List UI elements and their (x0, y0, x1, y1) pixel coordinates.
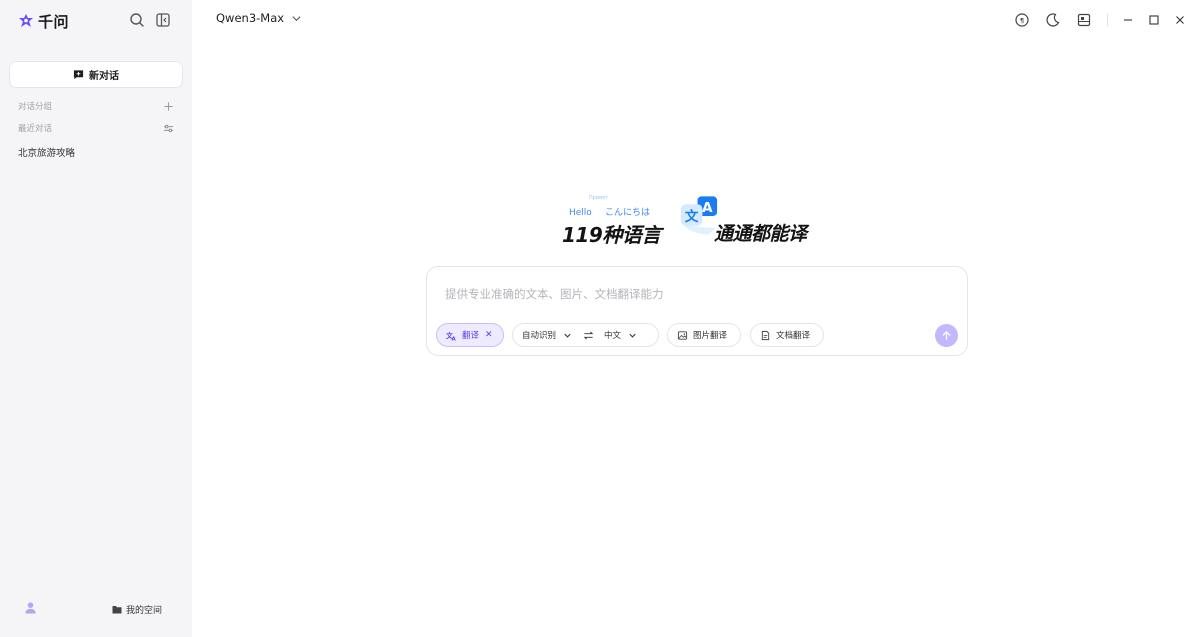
hero-greeting-russian: Привет (589, 195, 609, 201)
chevron-down-icon[interactable] (562, 330, 573, 341)
remove-chip-icon[interactable]: ✕ (485, 330, 493, 340)
main-area: Qwen3-Max ¶ Привет Hello こんにちは 文 A 119种语… (192, 0, 1200, 637)
document-icon (761, 330, 770, 340)
chat-plus-icon (73, 70, 84, 80)
sliders-icon[interactable] (163, 123, 174, 134)
section-chat-groups: 对话分组 (18, 99, 174, 113)
chevron-down-icon[interactable] (627, 330, 638, 341)
translate-chip-label: 翻译 (462, 331, 480, 341)
document-translate-button[interactable]: 文档翻译 (750, 323, 824, 347)
translation-hero: Привет Hello こんにちは 文 A 119种语言 通通都能译 (562, 192, 832, 247)
image-icon (677, 330, 688, 340)
model-name: Qwen3-Max (216, 11, 285, 25)
translate-mode-icon[interactable]: ¶ (1014, 12, 1030, 28)
close-icon[interactable] (1174, 14, 1186, 26)
hero-greeting-japanese: こんにちは (605, 208, 651, 218)
folder-icon (112, 606, 122, 614)
language-pair-selector[interactable]: 自动识别 中文 (512, 323, 659, 347)
sidebar: 千问 新对话 对话分组 最近对话 北京旅游攻略 我的空间 (0, 0, 192, 637)
maximize-icon[interactable] (1148, 14, 1160, 26)
composer-card: 文 A 翻译 ✕ 自动识别 中文 (426, 266, 968, 356)
swap-languages-icon[interactable] (583, 330, 594, 341)
qwen-logo-icon (19, 14, 33, 27)
new-chat-label: 新对话 (89, 71, 119, 82)
badge-a-glyph: A (702, 200, 713, 216)
section-recent-chats-label: 最近对话 (18, 124, 53, 134)
badge-wen-glyph: 文 (685, 208, 699, 225)
chevron-down-icon (292, 15, 301, 21)
app-name: 千问 (38, 12, 70, 31)
image-translate-button[interactable]: 图片翻译 (667, 323, 741, 347)
plus-icon[interactable] (163, 101, 174, 112)
composer-input[interactable] (445, 285, 925, 303)
translate-icon: 文 A (446, 330, 457, 340)
dark-mode-moon-icon[interactable] (1045, 12, 1061, 28)
section-chat-groups-label: 对话分组 (18, 102, 53, 112)
model-selector[interactable]: Qwen3-Max (216, 11, 302, 25)
hero-title-right: 通通都能译 (714, 223, 807, 245)
hero-greeting-english: Hello (569, 208, 592, 218)
section-recent-chats: 最近对话 (18, 121, 174, 135)
source-language[interactable]: 自动识别 (522, 329, 556, 341)
target-language[interactable]: 中文 (604, 329, 621, 341)
top-toolbar: ¶ (1014, 11, 1200, 29)
my-space-button[interactable]: 我的空间 (112, 603, 162, 616)
svg-text:¶: ¶ (1020, 18, 1024, 25)
minimize-icon[interactable] (1122, 14, 1134, 26)
image-translate-label: 图片翻译 (693, 331, 728, 341)
svg-text:A: A (452, 336, 457, 340)
hero-title-left: 119种语言 (562, 223, 661, 247)
layout-panel-icon[interactable] (1076, 12, 1092, 28)
new-chat-button[interactable]: 新对话 (9, 61, 183, 88)
sidebar-collapse-icon[interactable] (155, 12, 171, 28)
send-button[interactable] (935, 324, 958, 347)
arrow-up-icon (942, 331, 951, 340)
app-window: 千问 新对话 对话分组 最近对话 北京旅游攻略 我的空间 Qwen3-Max ¶… (0, 0, 1200, 637)
search-icon[interactable] (129, 12, 145, 28)
toolbar-divider (1107, 14, 1108, 26)
user-avatar-icon[interactable] (24, 601, 37, 614)
document-translate-label: 文档翻译 (776, 331, 811, 341)
conversation-item[interactable]: 北京旅游攻略 (18, 145, 75, 159)
translate-mode-chip[interactable]: 文 A 翻译 ✕ (436, 323, 504, 347)
app-logo[interactable]: 千问 (18, 11, 69, 31)
my-space-label: 我的空间 (126, 606, 163, 616)
